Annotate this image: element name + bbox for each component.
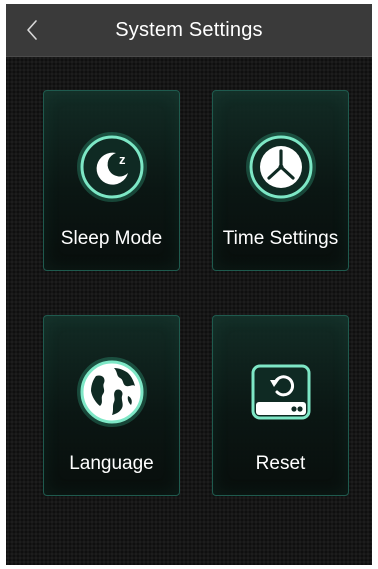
header-bar: System Settings — [6, 4, 372, 57]
reset-tile[interactable]: Reset — [212, 315, 349, 496]
page-title: System Settings — [115, 19, 263, 41]
language-label: Language — [69, 453, 154, 474]
globe-icon — [76, 356, 148, 428]
moon-sleep-icon: z — [76, 131, 148, 203]
svg-text:z: z — [119, 152, 126, 167]
settings-screen: System Settings z Sleep Mode Time Settin… — [6, 4, 372, 565]
sleep-mode-tile[interactable]: z Sleep Mode — [43, 90, 180, 271]
language-tile[interactable]: Language — [43, 315, 180, 496]
clock-icon — [245, 131, 317, 203]
reset-label: Reset — [255, 453, 306, 474]
reset-device-icon — [245, 356, 317, 428]
sleep-mode-label: Sleep Mode — [60, 228, 163, 249]
time-settings-tile[interactable]: Time Settings — [212, 90, 349, 271]
time-settings-label: Time Settings — [222, 228, 339, 249]
